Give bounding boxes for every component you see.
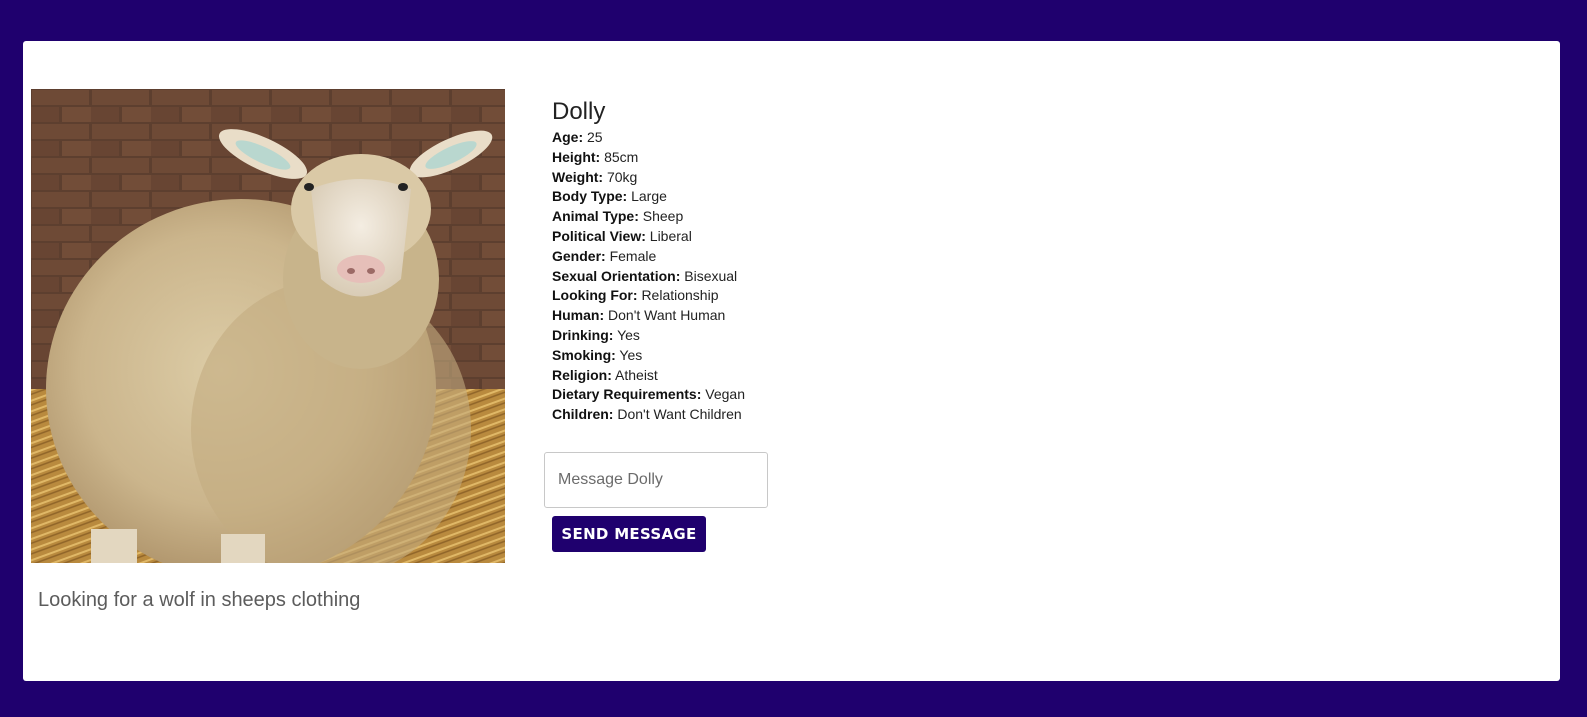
attribute-body-type: Body Type: Large bbox=[552, 187, 952, 207]
attribute-value: Liberal bbox=[649, 227, 692, 244]
attribute-animal-type: Animal Type: Sheep bbox=[552, 207, 952, 227]
attribute-label: Animal Type: bbox=[552, 208, 639, 225]
attribute-label: Political View: bbox=[552, 227, 646, 244]
attribute-value: Don't Want Children bbox=[617, 406, 742, 423]
attribute-label: Body Type: bbox=[552, 188, 628, 205]
attribute-political-view: Political View: Liberal bbox=[552, 227, 952, 247]
send-message-button[interactable]: SEND MESSAGE bbox=[552, 516, 706, 552]
attribute-label: Looking For: bbox=[552, 287, 638, 304]
attribute-value: Sheep bbox=[642, 208, 684, 225]
attribute-weight: Weight: 70kg bbox=[552, 168, 952, 188]
attribute-label: Dietary Requirements: bbox=[552, 386, 702, 403]
attribute-label: Weight: bbox=[552, 168, 604, 185]
attribute-label: Religion: bbox=[552, 366, 612, 383]
attribute-drinking: Drinking: Yes bbox=[552, 326, 952, 346]
attribute-age: Age: 25 bbox=[552, 128, 952, 148]
attribute-gender: Gender: Female bbox=[552, 247, 952, 267]
attribute-label: Sexual Orientation: bbox=[552, 267, 681, 284]
attribute-value: Atheist bbox=[615, 366, 658, 383]
attribute-label: Age: bbox=[552, 129, 584, 145]
attribute-height: Height: 85cm bbox=[552, 148, 952, 168]
attribute-value: Bisexual bbox=[684, 267, 738, 284]
sheep-photo-icon bbox=[31, 89, 505, 563]
attribute-label: Gender: bbox=[552, 247, 606, 264]
attribute-value: Female bbox=[609, 247, 657, 264]
attribute-religion: Religion: Atheist bbox=[552, 366, 952, 386]
attribute-value: 70kg bbox=[606, 168, 638, 185]
attribute-human: Human: Don't Want Human bbox=[552, 306, 952, 326]
attribute-sexual-orientation: Sexual Orientation: Bisexual bbox=[552, 267, 952, 287]
profile-photo bbox=[31, 89, 505, 563]
profile-info: Dolly Age: 25 Height: 85cm Weight: 70kg … bbox=[552, 97, 952, 425]
attribute-value: Yes bbox=[619, 346, 643, 363]
attribute-label: Height: bbox=[552, 148, 601, 165]
attribute-value: Vegan bbox=[705, 386, 745, 403]
profile-card: Looking for a wolf in sheeps clothing Do… bbox=[23, 41, 1560, 681]
attribute-value: 25 bbox=[587, 129, 603, 145]
attribute-looking-for: Looking For: Relationship bbox=[552, 286, 952, 306]
attribute-label: Drinking: bbox=[552, 326, 614, 343]
attribute-value: Don't Want Human bbox=[608, 307, 726, 324]
message-input[interactable] bbox=[544, 452, 768, 508]
attribute-smoking: Smoking: Yes bbox=[552, 346, 952, 366]
attribute-label: Human: bbox=[552, 307, 605, 324]
attribute-children: Children: Don't Want Children bbox=[552, 405, 952, 425]
attribute-value: Large bbox=[631, 188, 667, 205]
profile-name: Dolly bbox=[552, 98, 606, 125]
attribute-value: Relationship bbox=[641, 287, 719, 304]
attribute-value: Yes bbox=[617, 326, 640, 343]
attribute-label: Children: bbox=[552, 406, 614, 423]
attribute-list: Age: 25 Height: 85cm Weight: 70kg Body T… bbox=[552, 128, 952, 425]
attribute-dietary-requirements: Dietary Requirements: Vegan bbox=[552, 385, 952, 405]
attribute-label: Smoking: bbox=[552, 346, 616, 363]
profile-bio: Looking for a wolf in sheeps clothing bbox=[38, 589, 361, 611]
attribute-value: 85cm bbox=[604, 148, 639, 165]
